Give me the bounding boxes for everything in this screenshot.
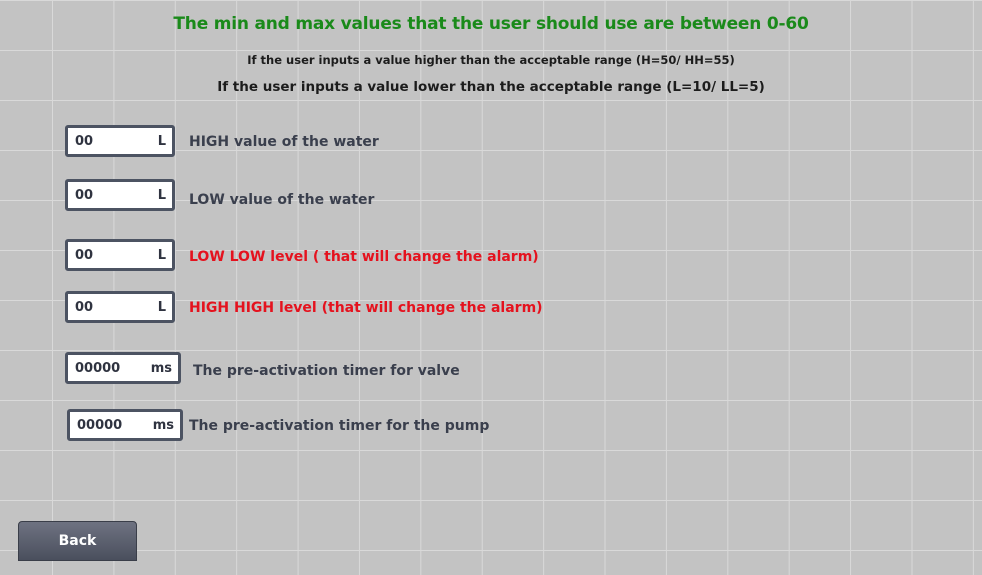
high-range-note: If the user inputs a value higher than t… [247,53,735,67]
high-high-level-label: HIGH HIGH level (that will change the al… [189,300,543,316]
field-value: 00 [75,300,94,315]
field-unit: L [157,300,166,315]
low-value-input[interactable]: 00 L [65,179,175,211]
page-title: The min and max values that the user sho… [173,14,809,34]
high-value-label: HIGH value of the water [189,134,379,150]
low-low-level-label: LOW LOW level ( that will change the ala… [189,249,539,265]
low-value-label: LOW value of the water [189,192,375,208]
field-value: 00 [75,248,94,263]
field-value: 00 [75,188,94,203]
low-range-note: If the user inputs a value lower than th… [217,79,765,95]
field-unit: L [157,188,166,203]
high-high-level-input[interactable]: 00 L [65,291,175,323]
low-low-level-input[interactable]: 00 L [65,239,175,271]
field-unit: ms [152,418,174,433]
field-unit: ms [150,361,172,376]
high-value-input[interactable]: 00 L [65,125,175,157]
field-value: 00000 [75,361,121,376]
field-value: 00 [75,134,94,149]
pump-timer-input[interactable]: 00000 ms [67,409,183,441]
valve-timer-label: The pre-activation timer for valve [193,363,460,379]
valve-timer-input[interactable]: 00000 ms [65,352,181,384]
field-unit: L [157,134,166,149]
back-button[interactable]: Back [18,521,137,561]
pump-timer-label: The pre-activation timer for the pump [189,418,490,434]
field-value: 00000 [77,418,123,433]
field-unit: L [157,248,166,263]
